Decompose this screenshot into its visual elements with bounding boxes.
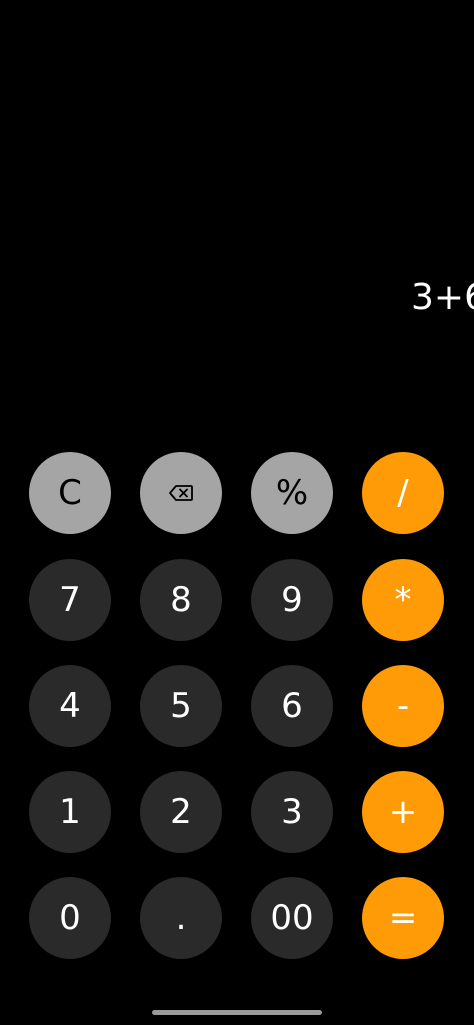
digit-3-button[interactable]: 3 bbox=[251, 771, 333, 853]
equals-button[interactable]: = bbox=[362, 877, 444, 959]
plus-button[interactable]: + bbox=[362, 771, 444, 853]
digit-8-button[interactable]: 8 bbox=[140, 559, 222, 641]
digit-6-button[interactable]: 6 bbox=[251, 665, 333, 747]
digit-5-button[interactable]: 5 bbox=[140, 665, 222, 747]
backspace-button[interactable] bbox=[140, 452, 222, 534]
multiply-button[interactable]: * bbox=[362, 559, 444, 641]
divide-button[interactable]: / bbox=[362, 452, 444, 534]
backspace-icon bbox=[169, 485, 193, 501]
clear-button[interactable]: C bbox=[29, 452, 111, 534]
digit-7-button[interactable]: 7 bbox=[29, 559, 111, 641]
home-indicator[interactable] bbox=[152, 1010, 322, 1015]
digit-2-button[interactable]: 2 bbox=[140, 771, 222, 853]
keypad: C % / 7 8 9 * 4 5 6 - 1 2 3 + 0 . 00 = bbox=[0, 0, 474, 1025]
digit-1-button[interactable]: 1 bbox=[29, 771, 111, 853]
decimal-button[interactable]: . bbox=[140, 877, 222, 959]
double-zero-button[interactable]: 00 bbox=[251, 877, 333, 959]
digit-0-button[interactable]: 0 bbox=[29, 877, 111, 959]
digit-9-button[interactable]: 9 bbox=[251, 559, 333, 641]
percent-button[interactable]: % bbox=[251, 452, 333, 534]
minus-button[interactable]: - bbox=[362, 665, 444, 747]
digit-4-button[interactable]: 4 bbox=[29, 665, 111, 747]
